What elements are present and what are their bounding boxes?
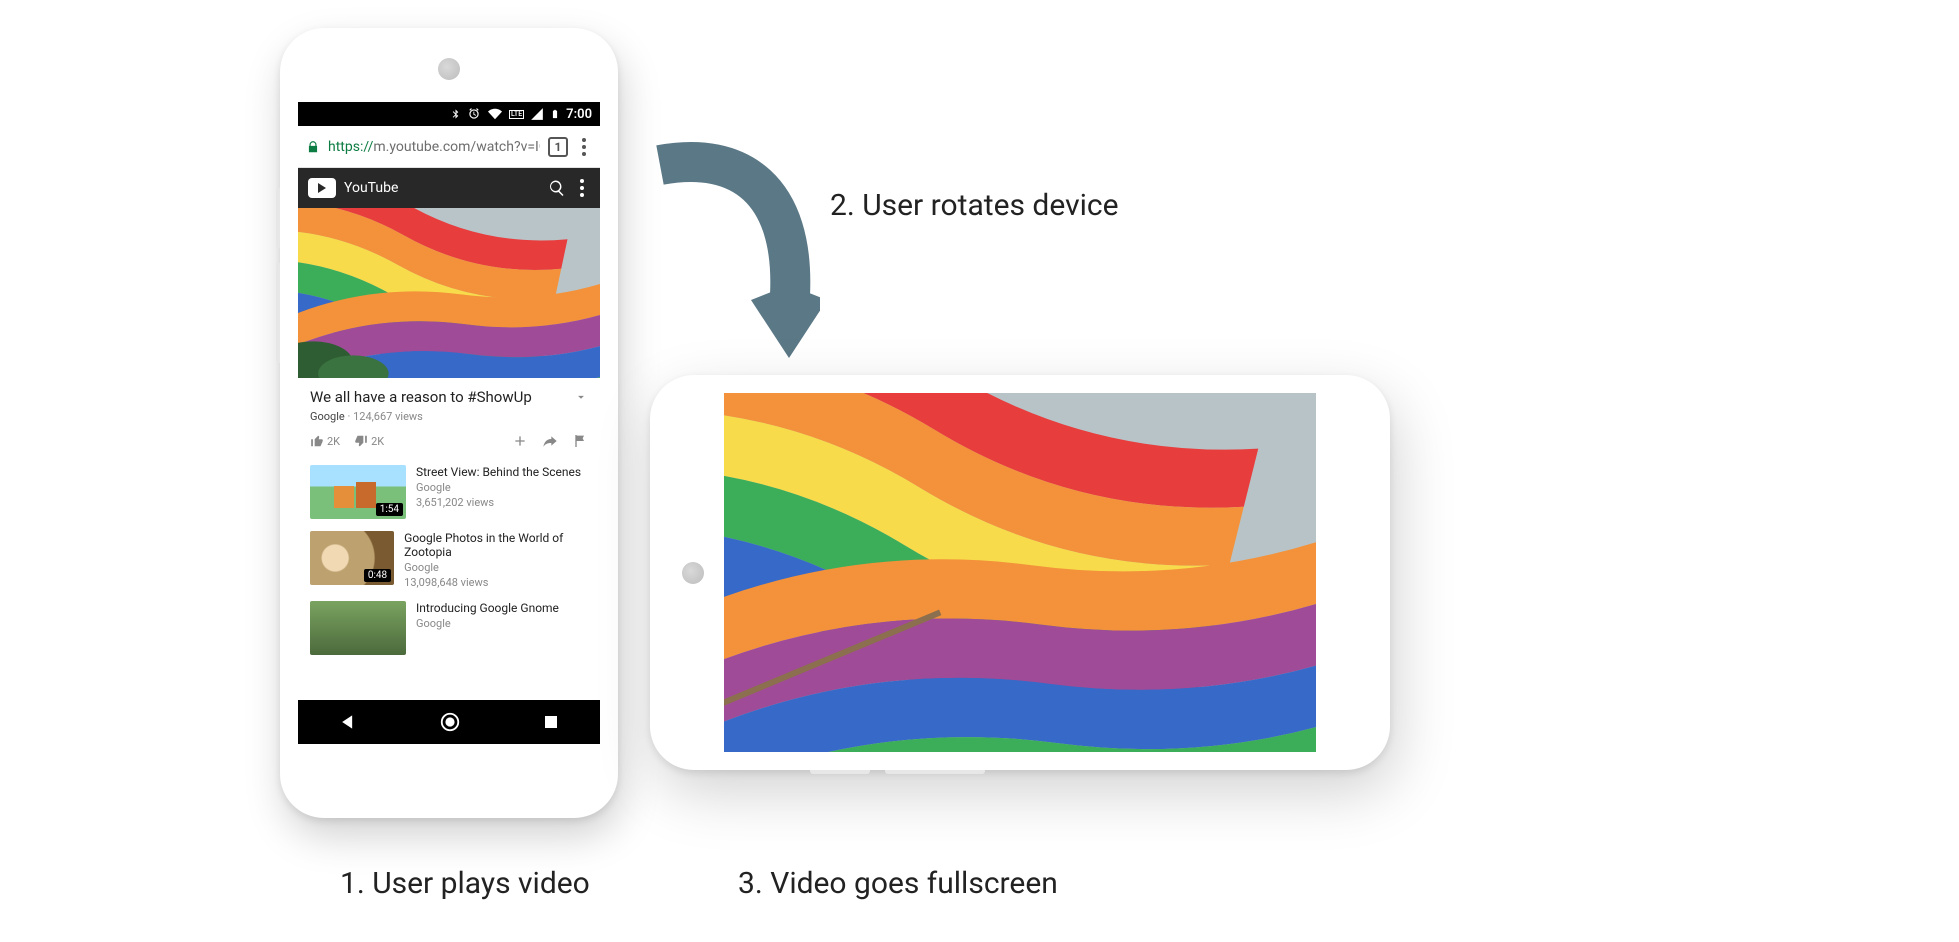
rotation-arrow-icon bbox=[640, 130, 820, 360]
related-views: 3,651,202 views bbox=[416, 496, 581, 509]
video-author[interactable]: Google bbox=[310, 410, 345, 423]
video-info-panel: We all have a reason to #ShowUp Google ·… bbox=[298, 378, 600, 459]
add-to-playlist-icon[interactable] bbox=[512, 433, 528, 449]
youtube-menu-button[interactable] bbox=[574, 179, 590, 197]
status-bar: LTE 7:00 bbox=[298, 102, 600, 126]
list-item[interactable]: 0:48 Google Photos in the World of Zooto… bbox=[298, 525, 600, 595]
bluetooth-icon bbox=[450, 107, 461, 121]
related-title: Introducing Google Gnome bbox=[416, 601, 559, 615]
browser-menu-button[interactable] bbox=[576, 138, 592, 156]
duration-badge: 1:54 bbox=[376, 503, 403, 516]
lte-label: LTE bbox=[509, 110, 524, 119]
fullscreen-video-image bbox=[724, 393, 1316, 752]
like-button[interactable]: 2K bbox=[310, 434, 340, 448]
wifi-icon bbox=[487, 107, 503, 121]
related-thumbnail: 0:48 bbox=[310, 531, 394, 585]
related-videos-list[interactable]: 1:54 Street View: Behind the Scenes Goog… bbox=[298, 459, 600, 700]
expand-caret-icon[interactable] bbox=[574, 390, 588, 404]
list-item[interactable]: Introducing Google Gnome Google bbox=[298, 595, 600, 661]
dislike-button[interactable]: 2K bbox=[354, 434, 384, 448]
power-button bbox=[885, 770, 985, 774]
caption-step-1: 1. User plays video bbox=[340, 866, 590, 901]
related-title: Google Photos in the World of Zootopia bbox=[404, 531, 588, 559]
list-item[interactable]: 1:54 Street View: Behind the Scenes Goog… bbox=[298, 459, 600, 525]
home-icon[interactable] bbox=[439, 711, 461, 733]
related-thumbnail bbox=[310, 601, 406, 655]
youtube-header: YouTube bbox=[298, 168, 600, 208]
phone-portrait-screen: LTE 7:00 https:// m.youtube.com/watch?v=… bbox=[298, 102, 600, 744]
browser-url-bar[interactable]: https:// m.youtube.com/watch?v=IOS 1 bbox=[298, 126, 600, 168]
related-views: 13,098,648 views bbox=[404, 576, 588, 589]
lock-icon bbox=[306, 140, 320, 154]
recents-icon[interactable] bbox=[542, 713, 560, 731]
related-author: Google bbox=[404, 561, 588, 574]
volume-button bbox=[276, 188, 280, 248]
signal-icon bbox=[530, 107, 544, 121]
related-title: Street View: Behind the Scenes bbox=[416, 465, 581, 479]
power-button bbox=[276, 263, 280, 363]
battery-icon bbox=[550, 107, 560, 121]
caption-step-3: 3. Video goes fullscreen bbox=[738, 866, 1058, 901]
video-subtitle: Google · 124,667 views bbox=[310, 410, 588, 423]
youtube-logo-icon[interactable] bbox=[308, 178, 336, 198]
flag-icon[interactable] bbox=[572, 433, 588, 449]
phone-portrait-frame: LTE 7:00 https:// m.youtube.com/watch?v=… bbox=[280, 28, 618, 818]
share-icon[interactable] bbox=[542, 433, 558, 449]
video-thumbnail-image bbox=[298, 208, 600, 378]
volume-button bbox=[810, 770, 870, 774]
video-player[interactable] bbox=[298, 208, 600, 378]
clock-text: 7:00 bbox=[566, 107, 592, 122]
phone-landscape-screen[interactable] bbox=[724, 393, 1316, 752]
android-nav-bar bbox=[298, 700, 600, 744]
related-author: Google bbox=[416, 481, 581, 494]
related-thumbnail: 1:54 bbox=[310, 465, 406, 519]
related-author: Google bbox=[416, 617, 559, 630]
back-icon[interactable] bbox=[338, 712, 358, 732]
tab-count-button[interactable]: 1 bbox=[548, 137, 568, 157]
caption-step-2: 2. User rotates device bbox=[830, 188, 1119, 223]
youtube-brand-text: YouTube bbox=[344, 180, 540, 196]
video-title: We all have a reason to #ShowUp bbox=[310, 388, 574, 406]
alarm-icon bbox=[467, 107, 481, 121]
duration-badge: 0:48 bbox=[364, 569, 391, 582]
search-icon[interactable] bbox=[548, 179, 566, 197]
url-text[interactable]: https:// m.youtube.com/watch?v=IOS bbox=[328, 139, 540, 155]
video-views: 124,667 views bbox=[353, 410, 423, 423]
phone-landscape-frame bbox=[650, 375, 1390, 770]
